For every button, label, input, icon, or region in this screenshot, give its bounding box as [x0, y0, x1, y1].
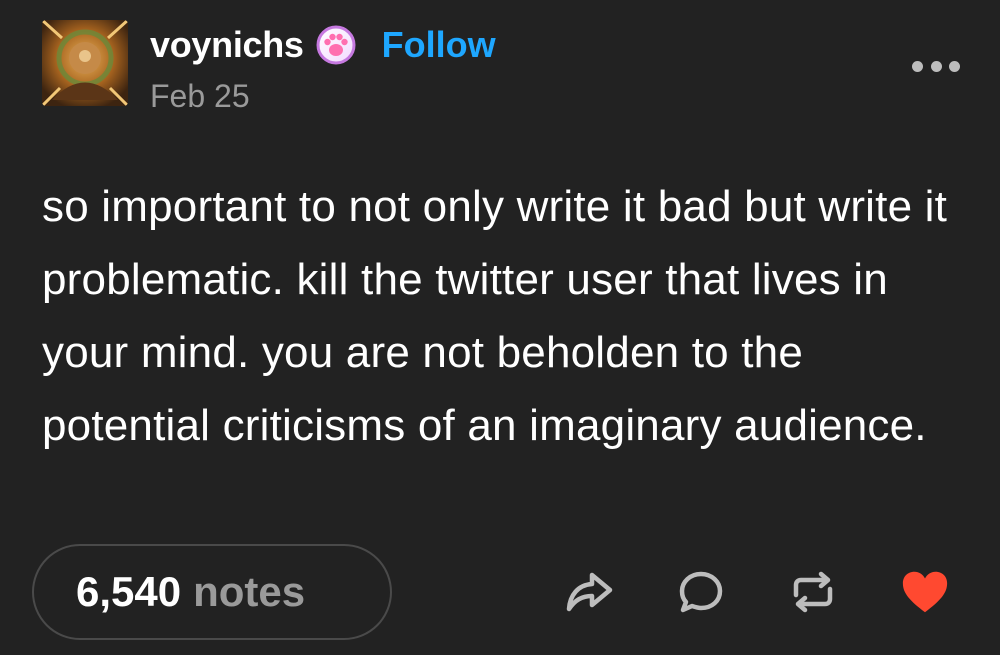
username[interactable]: voynichs — [150, 24, 304, 66]
paw-badge-icon — [316, 25, 356, 65]
follow-button[interactable]: Follow — [382, 24, 496, 66]
more-dot — [912, 60, 923, 72]
post-footer: 6,540 notes — [32, 544, 960, 640]
reblog-icon[interactable] — [788, 567, 838, 617]
notes-count: 6,540 — [76, 568, 182, 615]
more-dot — [930, 60, 942, 72]
heart-icon[interactable] — [900, 567, 950, 617]
post-actions — [564, 567, 950, 617]
notes-label: notes — [193, 568, 306, 615]
post-meta: voynichs Follow Feb 25 — [150, 22, 496, 115]
more-dot — [949, 60, 960, 72]
post-date[interactable]: Feb 25 — [150, 78, 496, 115]
share-icon[interactable] — [564, 567, 614, 617]
more-options-icon[interactable] — [912, 54, 960, 78]
reply-icon[interactable] — [676, 567, 726, 617]
post-header: voynichs Follow Feb 25 — [42, 20, 496, 115]
name-row: voynichs Follow — [150, 22, 496, 68]
post-card: voynichs Follow Feb 25 so important to n… — [0, 0, 1000, 655]
avatar[interactable] — [42, 20, 128, 106]
post-body: so important to not only write it bad bu… — [42, 182, 948, 450]
notes-button[interactable]: 6,540 notes — [32, 544, 392, 640]
